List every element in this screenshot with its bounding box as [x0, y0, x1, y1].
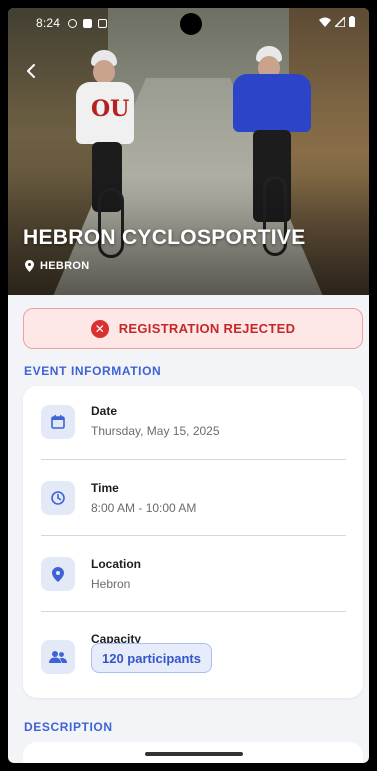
date-label: Date	[91, 404, 118, 418]
calendar-icon	[41, 405, 75, 439]
location-label: Location	[91, 557, 141, 571]
registration-status-text: REGISTRATION REJECTED	[118, 321, 296, 336]
description-heading: DESCRIPTION	[24, 720, 113, 734]
status-time: 8:24	[36, 16, 61, 30]
chevron-left-icon	[27, 64, 35, 78]
error-circle-icon: ✕	[90, 319, 109, 338]
info-row-time: Time 8:00 AM - 10:00 AM	[23, 462, 363, 538]
capacity-chip: 120 participants	[91, 643, 212, 673]
gesture-navigation-handle[interactable]	[145, 752, 243, 756]
screen-record-icon	[98, 18, 108, 28]
back-button[interactable]	[18, 58, 44, 84]
event-information-heading: EVENT INFORMATION	[24, 364, 162, 378]
location-pin-icon	[41, 557, 75, 591]
event-information-card: Date Thursday, May 15, 2025 Time 8:00 AM…	[23, 386, 363, 698]
divider	[41, 611, 346, 612]
time-label: Time	[91, 481, 119, 495]
battery-icon	[349, 16, 355, 27]
wifi-icon	[319, 17, 331, 27]
signal-icon	[335, 16, 345, 27]
front-camera	[180, 13, 202, 35]
clock-icon	[41, 481, 75, 515]
event-detail-screen: OU 8:24 HEBRON CYCLOSPORTIVE HEBRON ✕ RE…	[8, 8, 369, 763]
time-value: 8:00 AM - 10:00 AM	[91, 501, 197, 515]
event-location-text: HEBRON	[40, 260, 90, 272]
info-row-date: Date Thursday, May 15, 2025	[23, 386, 363, 462]
info-row-location: Location Hebron	[23, 538, 363, 614]
event-hero-image: OU 8:24 HEBRON CYCLOSPORTIVE HEBRON	[8, 8, 369, 295]
alarm-icon	[68, 18, 78, 28]
date-value: Thursday, May 15, 2025	[91, 424, 220, 438]
event-location: HEBRON	[25, 260, 89, 272]
sim-card-icon	[83, 18, 93, 28]
divider	[41, 535, 346, 536]
location-value: Hebron	[91, 577, 131, 591]
location-pin-icon	[25, 260, 34, 272]
registration-status-banner: ✕ REGISTRATION REJECTED	[23, 308, 363, 349]
people-icon	[41, 640, 75, 674]
event-title: HEBRON CYCLOSPORTIVE	[23, 226, 306, 249]
divider	[41, 459, 346, 460]
